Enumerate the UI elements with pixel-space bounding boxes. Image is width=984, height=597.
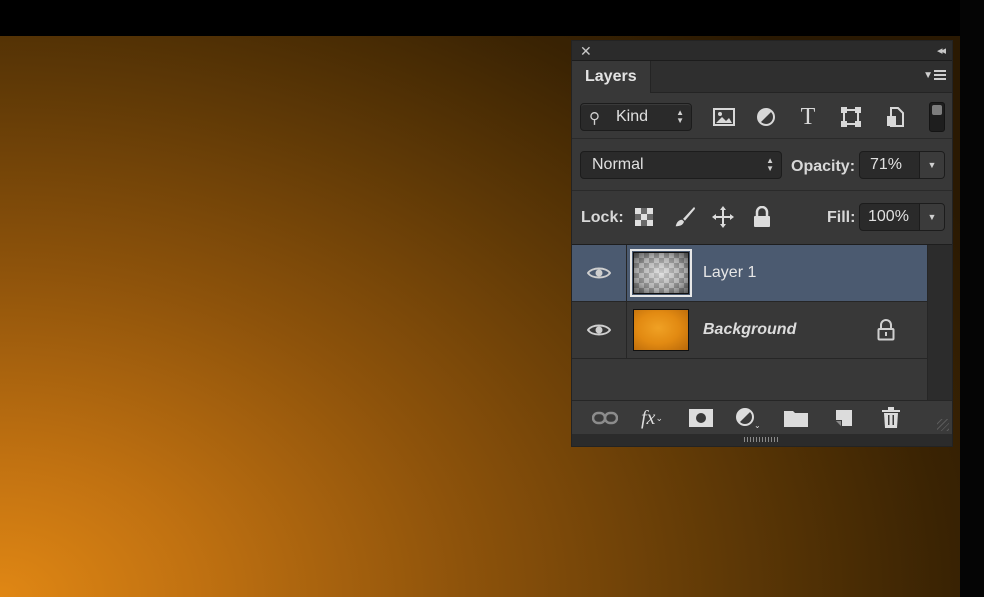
visibility-toggle[interactable]	[572, 302, 627, 358]
fill-label: Fill:	[827, 209, 856, 226]
layer-thumbnail[interactable]	[633, 309, 689, 351]
updown-arrows-icon: ▲ ▼	[766, 156, 774, 173]
lock-position-icon[interactable]	[711, 205, 735, 229]
opacity-label: Opacity:	[791, 158, 856, 175]
layers-list: Layer 1 Background	[572, 245, 927, 400]
lock-icon[interactable]	[877, 319, 895, 346]
opacity-field[interactable]: 71% ▼	[859, 151, 945, 179]
delete-layer-trash-icon[interactable]	[878, 407, 904, 429]
close-panel-button[interactable]: ✕	[580, 42, 592, 60]
filter-kind-select[interactable]: ⚲ Kind ▲ ▼	[580, 103, 692, 131]
resize-grip[interactable]	[937, 419, 949, 431]
shape-layer-filter-icon[interactable]	[838, 105, 864, 129]
search-icon: ⚲	[589, 110, 600, 127]
svg-text:⌄: ⌄	[754, 421, 761, 429]
lock-label: Lock:	[581, 209, 624, 226]
eye-icon	[587, 324, 611, 336]
new-adjustment-layer-icon[interactable]: ⌄	[735, 407, 761, 429]
eye-icon	[587, 267, 611, 279]
new-layer-icon[interactable]	[831, 407, 857, 429]
layers-panel: ✕ ◂◂ Layers ▼ ⚲ Kind ▲ ▼ T Normal ▲ ▼ Op…	[571, 40, 953, 447]
workspace-edge	[960, 0, 984, 597]
blend-opacity-row: Normal ▲ ▼ Opacity: 71% ▼	[572, 139, 952, 191]
filter-toggle-switch[interactable]	[929, 102, 945, 132]
panel-drag-handle[interactable]	[572, 434, 952, 446]
smart-object-filter-icon[interactable]	[882, 105, 908, 129]
layer-name[interactable]: Layer 1	[703, 264, 756, 282]
new-group-folder-icon[interactable]	[783, 407, 809, 429]
layer-name[interactable]: Background	[703, 321, 796, 339]
opacity-dropdown-button[interactable]: ▼	[919, 152, 944, 178]
blend-mode-select[interactable]: Normal ▲ ▼	[580, 151, 782, 179]
fill-field[interactable]: 100% ▼	[859, 203, 945, 231]
layer-style-fx-icon[interactable]: fx ⌄	[639, 407, 665, 429]
lock-fill-row: Lock: Fill: 100% ▼	[572, 191, 952, 245]
menu-lines-icon	[934, 70, 946, 81]
blend-mode-value: Normal	[592, 156, 644, 173]
layer-thumbnail[interactable]	[630, 249, 692, 297]
filter-kind-label: Kind	[616, 108, 649, 125]
visibility-toggle[interactable]	[572, 245, 627, 301]
updown-arrows-icon: ▲ ▼	[676, 108, 684, 125]
type-layer-filter-icon[interactable]: T	[795, 104, 821, 130]
layer-filter-row: ⚲ Kind ▲ ▼ T	[572, 93, 952, 139]
layer-row-layer-1[interactable]: Layer 1	[572, 245, 927, 302]
lock-transparent-pixels-icon[interactable]	[632, 205, 656, 229]
collapse-panel-button[interactable]: ◂◂	[937, 42, 946, 60]
lock-image-pixels-icon[interactable]	[672, 205, 696, 229]
panel-tab-row: Layers ▼	[572, 61, 952, 93]
layers-bottom-toolbar: fx ⌄ ⌄	[572, 400, 952, 434]
dropdown-arrow-icon: ▼	[923, 70, 933, 81]
layer-row-background[interactable]: Background	[572, 302, 927, 359]
layers-scrollbar[interactable]	[927, 245, 952, 400]
add-mask-icon[interactable]	[688, 407, 714, 429]
link-layers-icon[interactable]	[592, 407, 618, 429]
layers-empty-area[interactable]	[572, 359, 927, 400]
adjustment-layer-filter-icon[interactable]	[753, 105, 779, 129]
opacity-value: 71%	[870, 156, 903, 173]
tab-layers[interactable]: Layers	[572, 61, 651, 93]
panel-title-bar[interactable]: ✕ ◂◂	[572, 41, 952, 61]
panel-menu-button[interactable]: ▼	[923, 70, 946, 81]
fill-dropdown-button[interactable]: ▼	[919, 204, 944, 230]
lock-all-icon[interactable]	[750, 205, 774, 229]
pixel-layer-filter-icon[interactable]	[711, 105, 737, 129]
fill-value: 100%	[868, 208, 909, 225]
